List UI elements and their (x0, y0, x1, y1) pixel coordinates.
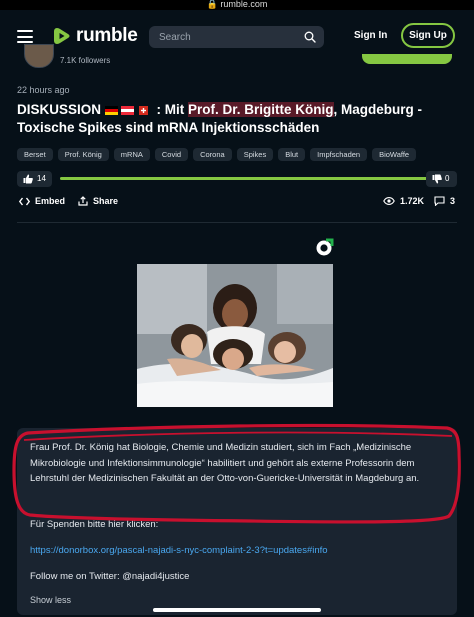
comments-button[interactable]: 3 (434, 196, 455, 206)
tag[interactable]: Spikes (236, 148, 274, 161)
donate-link[interactable]: https://donorbox.org/pascal-najadi-s-nyc… (30, 545, 328, 556)
menu-icon[interactable] (17, 30, 33, 43)
views-count: 1.72K (400, 196, 425, 206)
follow-button[interactable] (362, 54, 452, 64)
like-button[interactable]: 14 (17, 171, 52, 187)
dislike-count: 0 (445, 174, 450, 183)
eye-icon (383, 197, 395, 205)
share-icon (78, 196, 88, 206)
ad-choices-icon[interactable] (315, 237, 335, 257)
channel-followers: 7.1K followers (60, 56, 111, 65)
home-indicator (153, 608, 321, 612)
twitter-text: Follow me on Twitter: @najadi4justice (30, 571, 190, 582)
channel-avatar[interactable] (24, 44, 54, 68)
search-input[interactable] (157, 31, 301, 44)
divider (17, 222, 457, 223)
status-url: rumble.com (220, 0, 268, 9)
dislike-button[interactable]: 0 (426, 171, 457, 187)
embed-button[interactable]: Embed (19, 196, 65, 206)
code-icon (19, 197, 30, 205)
rating-bar (60, 177, 433, 180)
tag[interactable]: Berset (17, 148, 53, 161)
germany-flag-icon (104, 105, 118, 115)
comments-count: 3 (450, 196, 456, 206)
description-panel: Frau Prof. Dr. König hat Biologie, Chemi… (17, 428, 457, 615)
show-less-button[interactable]: Show less (30, 595, 71, 605)
title-sep: : Mit (152, 102, 189, 117)
tag[interactable]: BioWaffe (372, 148, 417, 161)
vote-row: 14 0 (17, 171, 457, 187)
tag[interactable]: Impfschaden (310, 148, 368, 161)
tag-list: Berset Prof. König mRNA Covid Corona Spikes Bl… (17, 144, 467, 162)
views-counter: 1.72K (383, 196, 424, 206)
share-label: Share (93, 196, 119, 206)
rating-bar-fill (60, 177, 433, 180)
tag[interactable]: mRNA (113, 148, 150, 161)
tag[interactable]: Covid (154, 148, 189, 161)
tag[interactable]: Corona (193, 148, 232, 161)
sign-in-button[interactable]: Sign In (354, 30, 387, 41)
description-paragraph: Frau Prof. Dr. König hat Biologie, Chemi… (30, 442, 420, 484)
thumbs-down-icon (432, 174, 442, 184)
title-prefix: DISKUSSION (17, 102, 102, 117)
posted-time: 22 hours ago (17, 85, 70, 95)
status-bar: 🔒 rumble.com (0, 0, 474, 10)
tag[interactable]: Prof. König (57, 148, 109, 161)
embed-label: Embed (35, 196, 66, 206)
ad-image[interactable] (137, 264, 333, 407)
comment-icon (434, 196, 445, 206)
donate-text: Für Spenden bitte hier klicken: (30, 519, 159, 530)
switzerland-flag-icon (138, 105, 148, 115)
austria-flag-icon (120, 105, 134, 115)
search-icon[interactable] (304, 31, 316, 43)
tag[interactable]: Blut (278, 148, 306, 161)
ad-photo-illustration (137, 264, 333, 407)
action-row: Embed Share 1.72K 3 (17, 196, 457, 210)
title-highlight: Prof. Dr. Brigitte König (188, 102, 334, 117)
lock-icon: 🔒 (206, 0, 218, 9)
video-title: DISKUSSION : Mit Prof. Dr. Brigitte Köni… (17, 101, 457, 137)
rumble-play-icon (54, 28, 70, 44)
like-count: 14 (37, 174, 46, 183)
share-button[interactable]: Share (78, 196, 118, 206)
thumbs-up-icon (23, 174, 33, 184)
